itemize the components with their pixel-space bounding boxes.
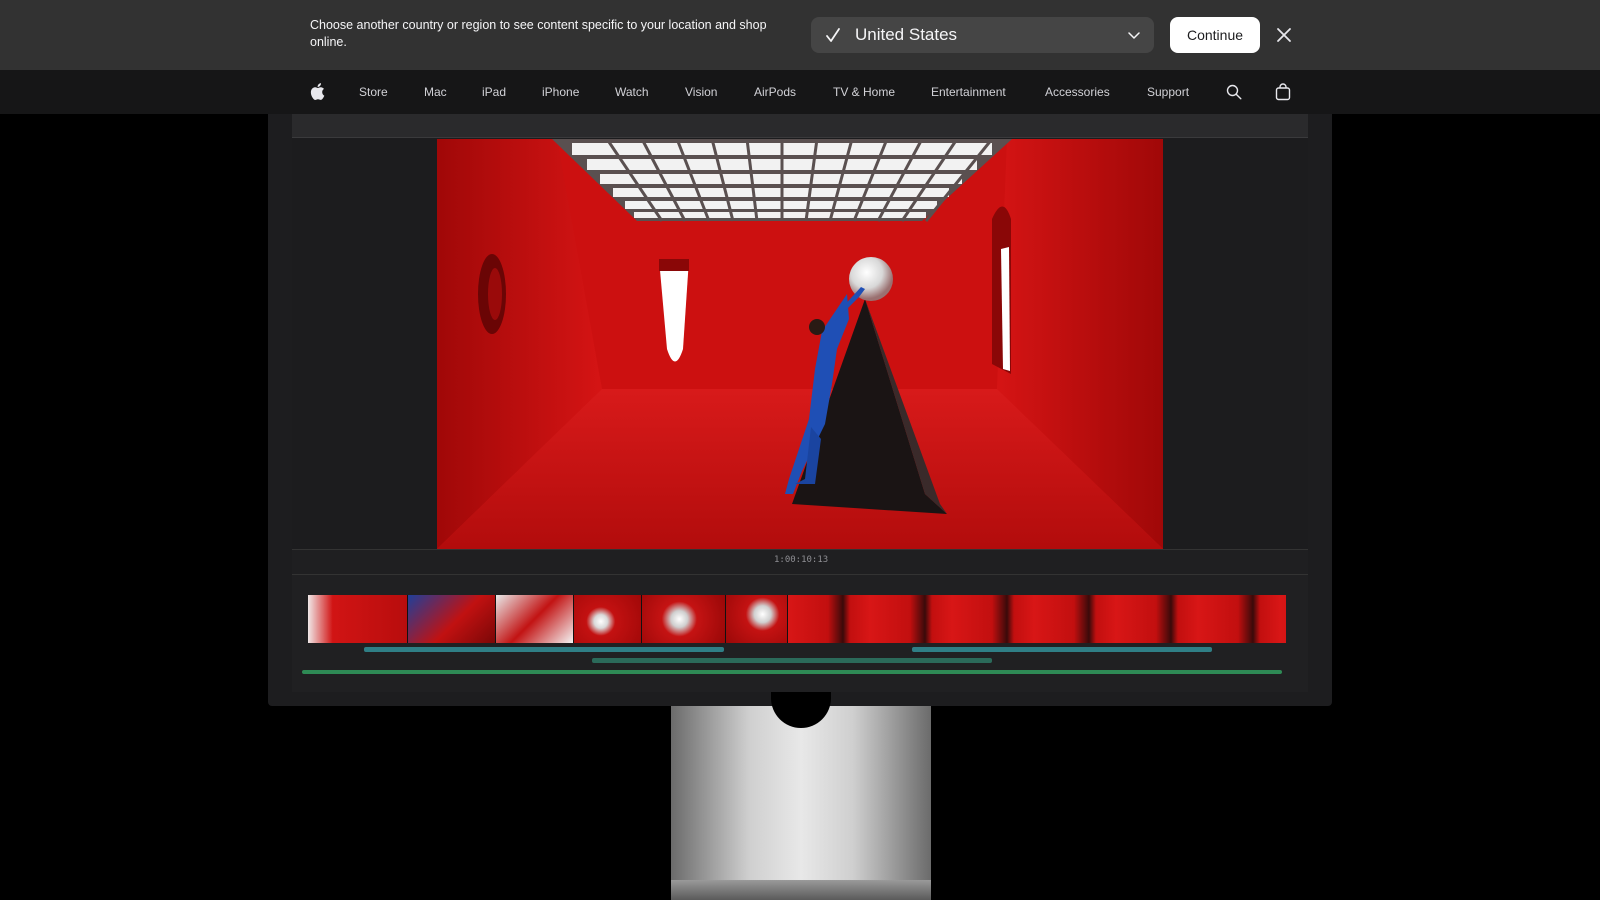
chevron-down-icon (1128, 32, 1140, 39)
nav-item-airpods[interactable]: AirPods (754, 84, 796, 100)
editor-timeline (292, 575, 1308, 692)
region-select[interactable]: United States (811, 17, 1154, 53)
nav-item-iphone[interactable]: iPhone (542, 84, 579, 100)
nav-item-tv-home[interactable]: TV & Home (833, 84, 895, 100)
timeline-clip (726, 595, 788, 643)
nav-item-support[interactable]: Support (1147, 84, 1189, 100)
checkmark-icon (826, 28, 840, 42)
region-banner: Choose another country or region to see … (0, 0, 1600, 70)
nav-item-accessories[interactable]: Accessories (1045, 84, 1110, 100)
timeline-clip (574, 595, 642, 643)
audio-track (302, 670, 1282, 674)
editor-toolbar (292, 114, 1308, 138)
region-message: Choose another country or region to see … (310, 18, 767, 49)
display-screen: 1:00:10:13 (292, 114, 1308, 692)
timecode-display: 1:00:10:13 (774, 555, 829, 565)
nav-item-store[interactable]: Store (359, 84, 388, 100)
nav-item-vision[interactable]: Vision (685, 84, 717, 100)
close-icon[interactable] (1274, 25, 1294, 45)
viewer-info-bar: 1:00:10:13 (292, 549, 1308, 575)
nav-item-watch[interactable]: Watch (615, 84, 649, 100)
apple-logo-icon[interactable] (309, 82, 325, 101)
display-stand (671, 706, 931, 900)
shopping-bag-icon[interactable] (1275, 83, 1291, 101)
search-icon[interactable] (1226, 84, 1242, 100)
clip-strip (308, 595, 1286, 643)
nav-item-ipad[interactable]: iPad (482, 84, 506, 100)
region-select-value: United States (855, 25, 958, 44)
global-nav: Store Mac iPad iPhone Watch Vision AirPo… (0, 70, 1600, 114)
continue-button[interactable]: Continue (1170, 17, 1260, 53)
timeline-clip (408, 595, 496, 643)
nav-item-entertainment[interactable]: Entertainment (931, 84, 1006, 100)
timeline-clip (496, 595, 574, 643)
audio-track (912, 647, 1212, 652)
audio-track (592, 658, 992, 663)
audio-track (364, 647, 724, 652)
stand-base (671, 880, 931, 900)
timeline-clip (642, 595, 726, 643)
timeline-clip (788, 595, 1286, 643)
timeline-clip (308, 595, 408, 643)
video-viewer (437, 139, 1163, 549)
scene-image (437, 139, 1163, 549)
nav-item-mac[interactable]: Mac (424, 84, 447, 100)
